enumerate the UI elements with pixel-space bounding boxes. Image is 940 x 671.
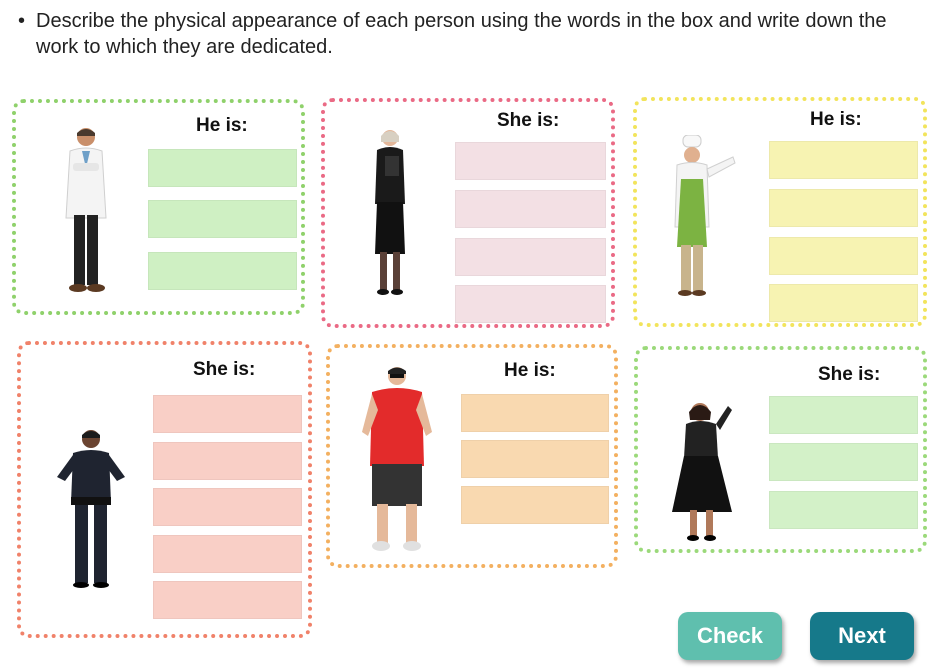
answer-box[interactable] — [769, 284, 918, 322]
card-businesswoman: She is: — [321, 98, 615, 328]
card-title: He is: — [810, 109, 862, 130]
answer-box[interactable] — [769, 189, 918, 227]
answer-box[interactable] — [153, 488, 302, 526]
card-title: She is: — [497, 110, 560, 131]
card-title: She is: — [818, 364, 881, 385]
card-chef: He is: — [633, 97, 927, 327]
answer-box[interactable] — [461, 394, 609, 432]
card-doctor: He is: — [12, 99, 305, 315]
businesswoman-figure — [375, 130, 405, 295]
answer-box[interactable] — [455, 142, 606, 180]
answer-box[interactable] — [769, 443, 918, 481]
answer-box[interactable] — [769, 396, 918, 434]
answer-box[interactable] — [148, 200, 297, 238]
card-woman-black-dress: She is: — [634, 346, 927, 553]
card-title: She is: — [193, 359, 256, 380]
answer-box[interactable] — [461, 440, 609, 478]
answer-box[interactable] — [153, 535, 302, 573]
instruction-text: Describe the physical appearance of each… — [36, 10, 887, 58]
check-button[interactable]: Check — [678, 612, 782, 660]
card-police-officer: She is: — [17, 341, 312, 638]
answer-box[interactable] — [148, 149, 297, 187]
answer-box[interactable] — [148, 252, 297, 290]
answer-box[interactable] — [455, 285, 606, 323]
next-button[interactable]: Next — [810, 612, 914, 660]
answer-box[interactable] — [153, 442, 302, 480]
man-red-shirt-figure — [362, 367, 432, 551]
answer-box[interactable] — [769, 141, 918, 179]
card-title: He is: — [504, 360, 556, 381]
answer-box[interactable] — [455, 238, 606, 276]
bullet: • — [18, 10, 26, 32]
answer-box[interactable] — [153, 581, 302, 619]
chef-figure — [674, 135, 736, 296]
doctor-figure — [65, 128, 107, 292]
card-title: He is: — [196, 115, 248, 136]
woman-black-dress-figure — [672, 403, 732, 541]
answer-box[interactable] — [769, 491, 918, 529]
answer-box[interactable] — [769, 237, 918, 275]
card-man-red-shirt: He is: — [326, 344, 618, 568]
answer-box[interactable] — [461, 486, 609, 524]
answer-box[interactable] — [455, 190, 606, 228]
answer-box[interactable] — [153, 395, 302, 433]
police-officer-figure — [57, 430, 125, 588]
